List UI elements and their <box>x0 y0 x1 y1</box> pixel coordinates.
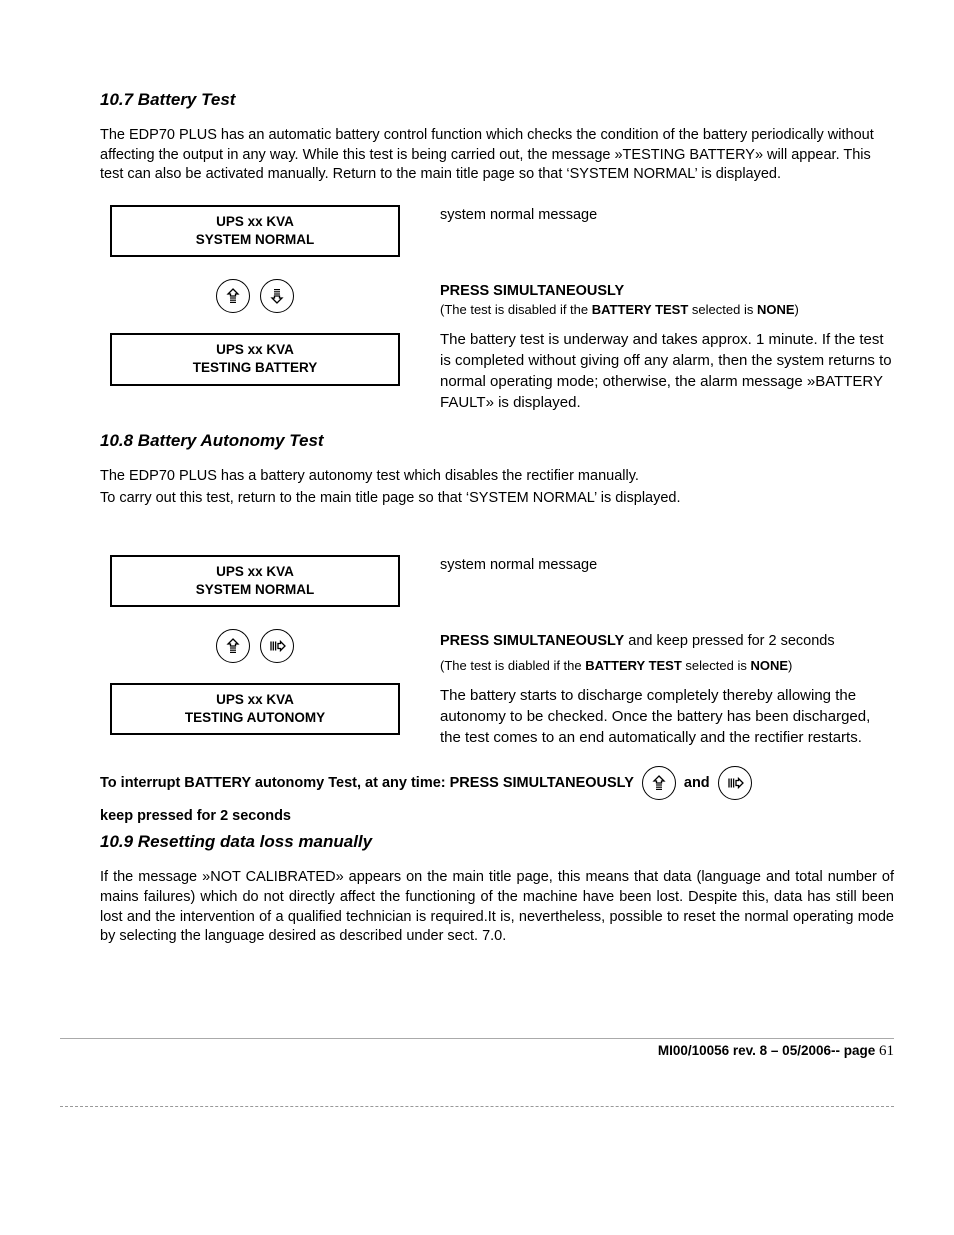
up-button-icon <box>216 629 250 663</box>
system-normal-label-2: system normal message <box>440 555 894 575</box>
lcd-line: SYSTEM NORMAL <box>112 231 398 249</box>
section-10-7-left: UPS xx KVA SYSTEM NORMAL <box>100 199 410 396</box>
text: ) <box>788 658 792 673</box>
footer-ref: MI00/10056 rev. 8 – 05/2006-- page <box>658 1043 879 1058</box>
footer: MI00/10056 rev. 8 – 05/2006-- page 61 <box>60 1038 894 1115</box>
para-10-8-body: The battery starts to discharge complete… <box>440 685 894 748</box>
para-10-7-intro: The EDP70 PLUS has an automatic battery … <box>100 126 894 185</box>
down-button-icon <box>260 279 294 313</box>
text: selected is <box>688 302 757 317</box>
text: and <box>684 775 710 791</box>
text: NONE <box>757 302 795 317</box>
footer-text: MI00/10056 rev. 8 – 05/2006-- page 61 <box>60 1043 894 1060</box>
heading-10-7: 10.7 Battery Test <box>100 90 894 110</box>
up-button-icon <box>642 766 676 800</box>
footer-rule <box>60 1038 894 1039</box>
text: BATTERY TEST <box>592 302 689 317</box>
lcd-line: TESTING AUTONOMY <box>112 709 398 727</box>
para-10-8-intro1: The EDP70 PLUS has a battery autonomy te… <box>100 467 894 487</box>
text: (The test is diabled if the <box>440 658 585 673</box>
text: keep pressed for 2 seconds <box>100 808 291 824</box>
right-button-icon <box>718 766 752 800</box>
right-button-icon <box>260 629 294 663</box>
text: PRESS SIMULTANEOUSLY <box>440 633 624 649</box>
heading-10-9: 10.9 Resetting data loss manually <box>100 832 894 852</box>
para-10-8-intro2: To carry out this test, return to the ma… <box>100 489 894 509</box>
section-10-8-left: UPS xx KVA SYSTEM NORMAL <box>100 549 410 746</box>
lcd-line: SYSTEM NORMAL <box>112 581 398 599</box>
lcd-testing-autonomy: UPS xx KVA TESTING AUTONOMY <box>110 683 400 735</box>
system-normal-label: system normal message <box>440 205 894 225</box>
text: and keep pressed for 2 seconds <box>624 633 834 649</box>
heading-10-8: 10.8 Battery Autonomy Test <box>100 431 894 451</box>
up-button-icon <box>216 279 250 313</box>
text: BATTERY TEST <box>585 658 682 673</box>
text: To interrupt BATTERY autonomy Test, at a… <box>100 775 634 791</box>
footer-dashed-rule <box>60 1106 894 1107</box>
lcd-system-normal-2: UPS xx KVA SYSTEM NORMAL <box>110 555 400 607</box>
press-note-10-8: (The test is diabled if the BATTERY TEST… <box>440 657 894 675</box>
lcd-line: TESTING BATTERY <box>112 359 398 377</box>
text: NONE <box>750 658 788 673</box>
lcd-system-normal: UPS xx KVA SYSTEM NORMAL <box>110 205 400 257</box>
section-10-8-row: UPS xx KVA SYSTEM NORMAL <box>100 549 894 749</box>
para-10-7-body: The battery test is underway and takes a… <box>440 329 894 413</box>
para-10-9-body: If the message »NOT CALIBRATED» appears … <box>100 868 894 946</box>
section-10-7-row: UPS xx KVA SYSTEM NORMAL <box>100 199 894 414</box>
lcd-line: UPS xx KVA <box>112 213 398 231</box>
button-row-10-8 <box>216 629 294 663</box>
press-note: (The test is disabled if the BATTERY TES… <box>440 301 894 319</box>
button-row-10-7 <box>216 279 294 313</box>
lcd-line: UPS xx KVA <box>112 563 398 581</box>
text: (The test is disabled if the <box>440 302 592 317</box>
interrupt-instruction: To interrupt BATTERY autonomy Test, at a… <box>100 766 894 824</box>
lcd-testing-battery: UPS xx KVA TESTING BATTERY <box>110 333 400 385</box>
lcd-line: UPS xx KVA <box>112 691 398 709</box>
section-10-7-right: system normal message PRESS SIMULTANEOUS… <box>440 199 894 414</box>
text: ) <box>795 302 799 317</box>
press-simultaneously-label: PRESS SIMULTANEOUSLY <box>440 281 894 301</box>
text: selected is <box>682 658 751 673</box>
page-number: 61 <box>879 1043 894 1059</box>
section-10-8-right: system normal message PRESS SIMULTANEOUS… <box>440 549 894 749</box>
press-line-10-8: PRESS SIMULTANEOUSLY and keep pressed fo… <box>440 631 894 651</box>
page: 10.7 Battery Test The EDP70 PLUS has an … <box>0 0 954 1235</box>
lcd-line: UPS xx KVA <box>112 341 398 359</box>
